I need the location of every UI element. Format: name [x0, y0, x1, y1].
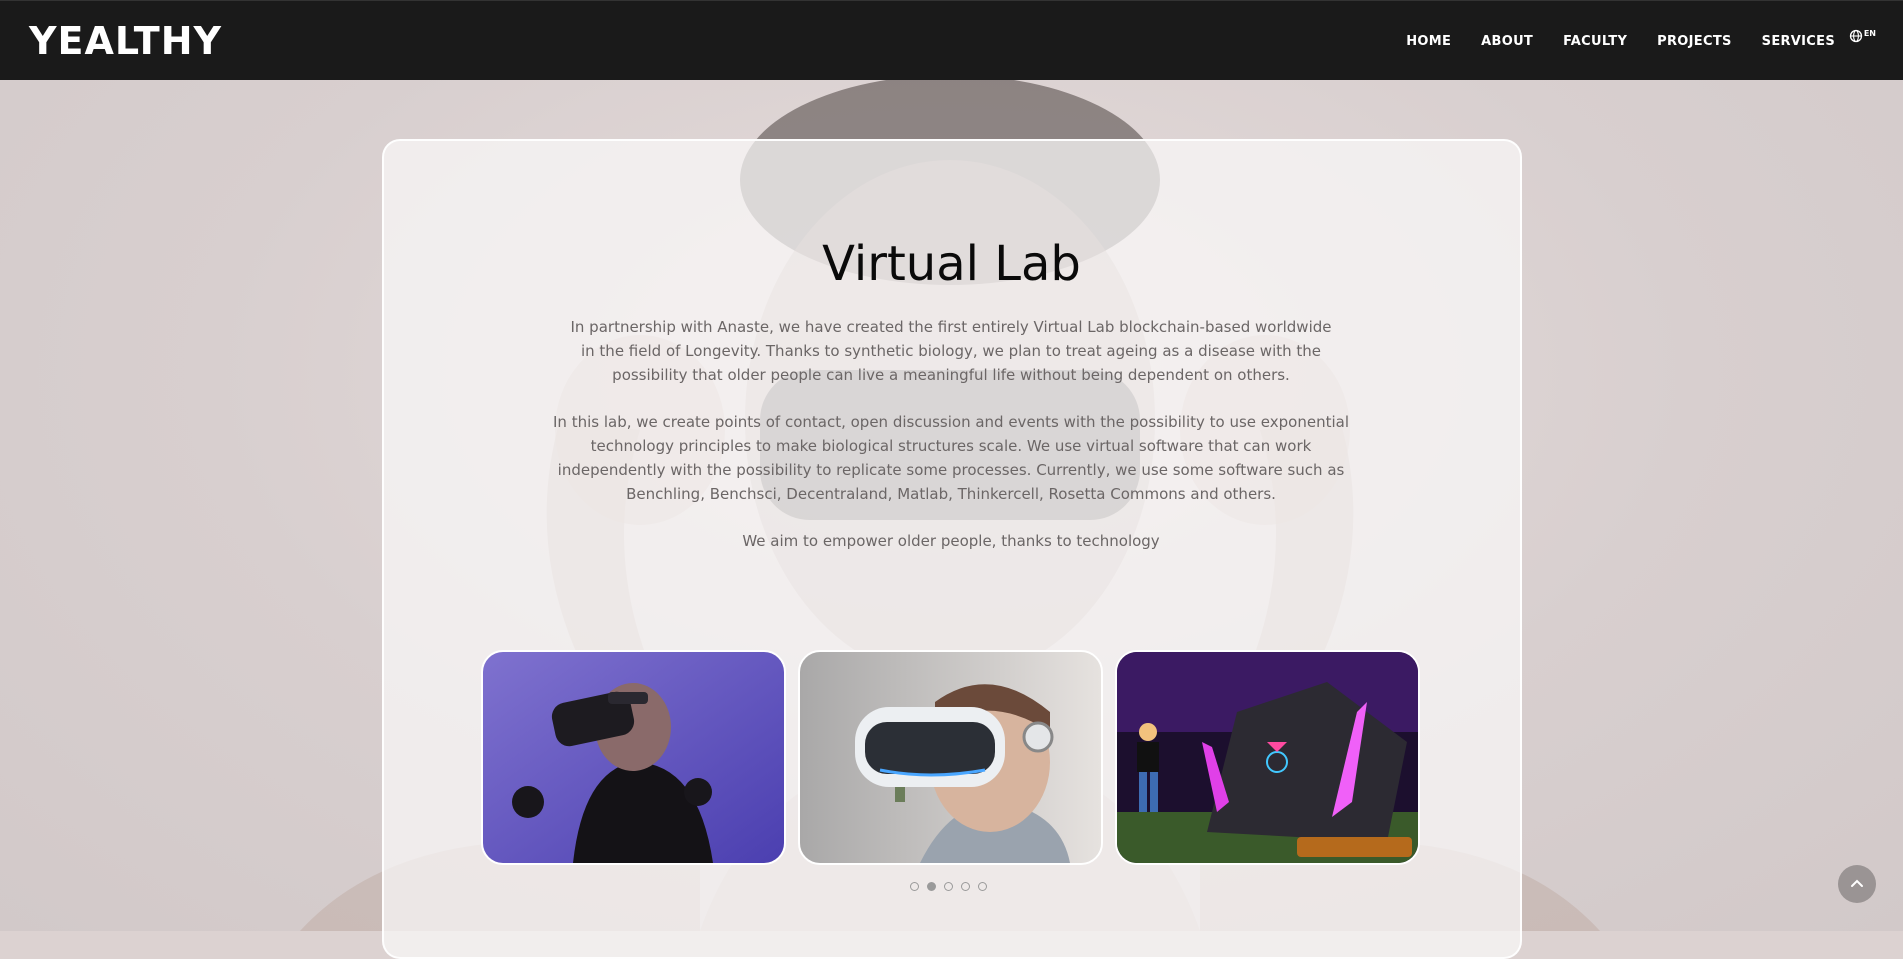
lab-description-paragraph: In this lab, we create points of contact… — [553, 413, 1349, 503]
language-selector[interactable]: EN — [1849, 29, 1876, 48]
nav-services-link[interactable]: SERVICES — [1762, 34, 1835, 49]
nav-faculty-link[interactable]: FACULTY — [1563, 34, 1627, 49]
carousel-dot-2[interactable] — [927, 882, 936, 891]
chevron-up-icon — [1850, 875, 1864, 893]
globe-icon — [1849, 29, 1863, 48]
main-nav: HOME ABOUT FACULTY PROJECTS SERVICES — [1406, 34, 1835, 49]
carousel-pagination — [910, 882, 987, 891]
nav-home-link[interactable]: HOME — [1406, 34, 1451, 49]
site-header: YEALTHY HOME ABOUT FACULTY PROJECTS SERV… — [0, 0, 1903, 80]
carousel-dot-4[interactable] — [961, 882, 970, 891]
nav-projects-link[interactable]: PROJECTS — [1657, 34, 1731, 49]
child-vr-headset-image[interactable] — [798, 650, 1103, 865]
language-label: EN — [1863, 29, 1876, 38]
image-carousel — [481, 650, 1420, 865]
carousel-dot-1[interactable] — [910, 882, 919, 891]
carousel-dot-3[interactable] — [944, 882, 953, 891]
decentraland-virtual-world-image[interactable] — [1115, 650, 1420, 865]
page-title: Virtual Lab — [822, 236, 1081, 292]
scroll-to-top-button[interactable] — [1838, 865, 1876, 903]
site-logo[interactable]: YEALTHY — [29, 19, 222, 63]
nav-about-link[interactable]: ABOUT — [1481, 34, 1533, 49]
intro-paragraph: In partnership with Anaste, we have crea… — [570, 318, 1332, 384]
carousel-dot-5[interactable] — [978, 882, 987, 891]
man-vr-headset-purple-image[interactable] — [481, 650, 786, 865]
mission-paragraph: We aim to empower older people, thanks t… — [742, 532, 1160, 550]
